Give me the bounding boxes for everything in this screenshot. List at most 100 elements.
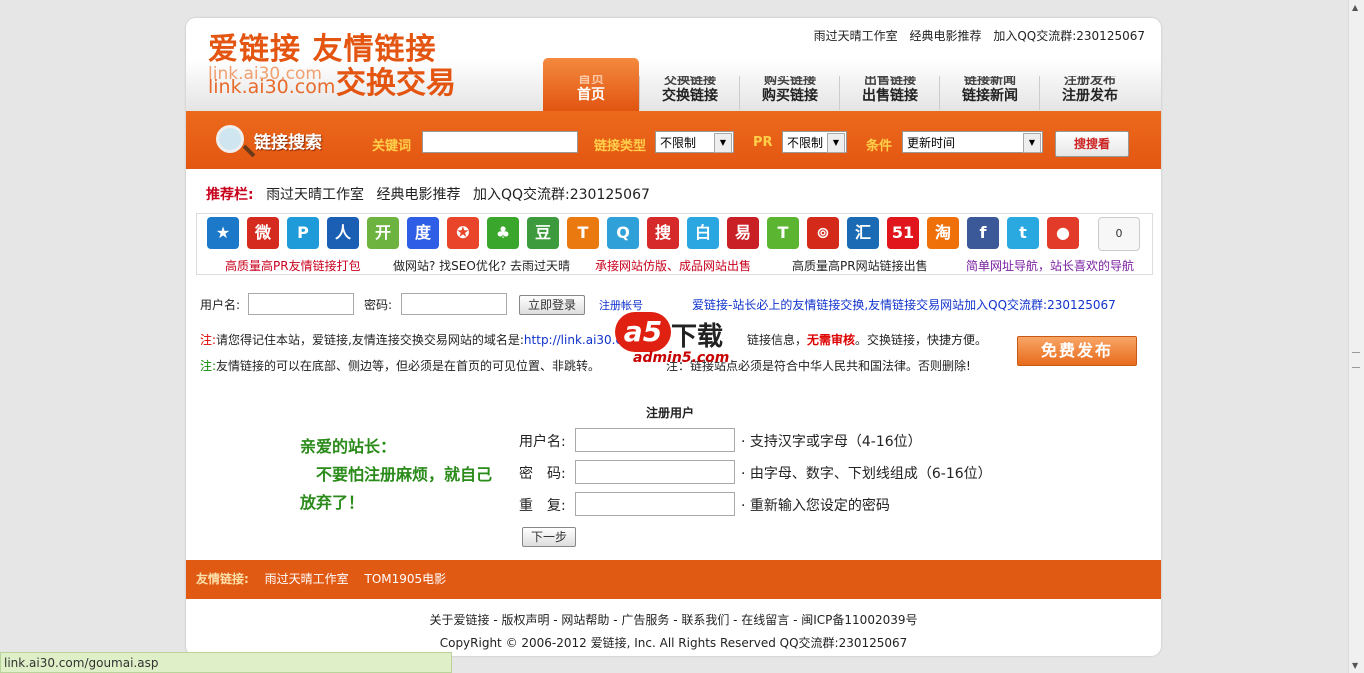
qq-weibo-icon[interactable]: Q bbox=[607, 217, 639, 249]
page: 爱链接 友情链接 link.ai30.com link.ai30.com 交换交… bbox=[186, 18, 1161, 656]
promo-link[interactable]: 高质量高PR友情链接打包 bbox=[225, 257, 361, 274]
sohu-icon[interactable]: 搜 bbox=[647, 217, 679, 249]
promo-link[interactable]: 承接网站仿版、成品网站出售 bbox=[595, 257, 751, 274]
clover-icon[interactable]: ♣ bbox=[487, 217, 519, 249]
field-label: 密 码: bbox=[519, 466, 566, 482]
top-link-movies[interactable]: 经典电影推荐 bbox=[910, 29, 982, 43]
netease-swirl-icon[interactable]: ⊚ bbox=[807, 217, 839, 249]
twitter-icon[interactable]: t bbox=[1007, 217, 1039, 249]
renren-icon[interactable]: 人 bbox=[327, 217, 359, 249]
qzone-icon[interactable]: ★ bbox=[207, 217, 239, 249]
nav-tab-label: 购买链接 bbox=[762, 88, 818, 104]
promo-link[interactable]: 简单网址导航，站长喜欢的导航 bbox=[966, 257, 1134, 274]
recommend-item[interactable]: 经典电影推荐 bbox=[377, 187, 461, 203]
logo-subtitle: 交换交易 bbox=[336, 66, 456, 101]
link-type-select[interactable]: 不限制 ▼ bbox=[655, 131, 734, 153]
promo-link[interactable]: 高质量高PR网站链接出售 bbox=[792, 257, 928, 274]
top-link-studio[interactable]: 雨过天晴工作室 bbox=[814, 29, 898, 43]
chevron-down-icon: ▼ bbox=[827, 133, 845, 153]
nav-tab-buy[interactable]: 购买链接 购买链接 bbox=[739, 76, 840, 110]
apple-icon[interactable]: ● bbox=[1047, 217, 1079, 249]
register-repeat-input[interactable] bbox=[575, 492, 735, 516]
nav-tab-exchange[interactable]: 交换链接 交换链接 bbox=[639, 76, 740, 110]
nav-tab-label: 链接新闻 bbox=[962, 88, 1018, 104]
status-bar-url: link.ai30.com/goumai.asp bbox=[0, 652, 452, 673]
douban-icon[interactable]: 豆 bbox=[527, 217, 559, 249]
register-link[interactable]: 注册帐号 bbox=[599, 297, 643, 313]
login-password-input[interactable] bbox=[401, 293, 507, 315]
field-hint: · 支持汉字或字母（4-16位） bbox=[741, 434, 922, 450]
scrollbar[interactable]: ▲ ▼ bbox=[1348, 0, 1364, 673]
note-text: 请您得记住本站，爱链接,友情连接交换交易网站的域名是: bbox=[216, 333, 524, 347]
kaixin-icon[interactable]: 开 bbox=[367, 217, 399, 249]
star-icon[interactable]: ✪ bbox=[447, 217, 479, 249]
promo-link[interactable]: 做网站? 找SEO优化? 去雨过天晴 bbox=[393, 257, 570, 274]
admin5-watermark: a5 下载 admin5.com bbox=[611, 312, 791, 372]
nav-tab-ghost: 交换链接 bbox=[663, 76, 716, 85]
friend-link[interactable]: TOM1905电影 bbox=[364, 572, 446, 586]
condition-label: 条件 bbox=[866, 139, 893, 154]
51-icon[interactable]: 51 bbox=[887, 217, 919, 249]
nav-tab-register[interactable]: 注册发布 注册发布 bbox=[1039, 76, 1140, 110]
register-username-input[interactable] bbox=[575, 428, 735, 452]
footer-links[interactable]: 关于爱链接 - 版权声明 - 网站帮助 - 广告服务 - 联系我们 - 在线留言… bbox=[186, 611, 1161, 628]
logo-url-main: link.ai30.com bbox=[208, 76, 336, 98]
tianya-icon[interactable]: T bbox=[567, 217, 599, 249]
friend-links-label: 友情链接: bbox=[196, 572, 249, 586]
recommend-label: 推荐栏: bbox=[206, 187, 254, 203]
weibo-icon[interactable]: 微 bbox=[247, 217, 279, 249]
scroll-grip[interactable] bbox=[1352, 352, 1360, 368]
nav-tab-label: 出售链接 bbox=[862, 88, 918, 104]
search-button[interactable]: 搜搜看 bbox=[1055, 131, 1129, 157]
register-password-input[interactable] bbox=[575, 460, 735, 484]
login-row: 用户名: 密码: bbox=[200, 293, 392, 315]
nav-tab-ghost: 注册发布 bbox=[1063, 76, 1116, 85]
field-label: 用户名: bbox=[519, 434, 566, 450]
next-step-button[interactable]: 下一步 bbox=[522, 527, 576, 547]
login-button[interactable]: 立即登录 bbox=[519, 295, 585, 315]
pr-select[interactable]: 不限制 ▼ bbox=[782, 131, 847, 153]
taobao-icon[interactable]: 淘 bbox=[927, 217, 959, 249]
nav-tab-news[interactable]: 链接新闻 链接新闻 bbox=[939, 76, 1040, 110]
greeting-line: 亲爱的站长： bbox=[300, 437, 397, 456]
share-count: 0 bbox=[1098, 217, 1140, 251]
free-publish-button[interactable]: 免费发布 bbox=[1017, 336, 1137, 366]
top-link-qq[interactable]: 加入QQ交流群:230125067 bbox=[993, 29, 1145, 43]
nav-tab-sell[interactable]: 出售链接 出售链接 bbox=[839, 76, 940, 110]
field-hint: · 重新输入您设定的密码 bbox=[741, 498, 890, 514]
baidu-bai-icon[interactable]: 白 bbox=[687, 217, 719, 249]
logo-url: link.ai30.com link.ai30.com bbox=[208, 66, 336, 98]
note-line-1: 注:请您得记住本站，爱链接,友情连接交换交易网站的域名是:http://link… bbox=[200, 331, 641, 348]
chevron-down-icon: ▼ bbox=[1023, 133, 1041, 153]
scroll-up-icon[interactable]: ▲ bbox=[1352, 3, 1358, 12]
note-text: 友情链接的可以在底部、侧边等，但必须是在首页的可见位置、非跳转。 bbox=[216, 359, 601, 373]
condition-select[interactable]: 更新时间 ▼ bbox=[902, 131, 1043, 153]
baidu-icon[interactable]: 度 bbox=[407, 217, 439, 249]
friend-link[interactable]: 雨过天晴工作室 bbox=[265, 572, 349, 586]
link-type-label: 链接类型 bbox=[594, 139, 647, 154]
163-icon[interactable]: 易 bbox=[727, 217, 759, 249]
watermark-site: admin5.com bbox=[633, 350, 730, 366]
magnifier-icon bbox=[216, 125, 244, 153]
huijia-icon[interactable]: 汇 bbox=[847, 217, 879, 249]
facebook-icon[interactable]: f bbox=[967, 217, 999, 249]
keyword-input[interactable] bbox=[422, 131, 578, 153]
field-label: 重 复: bbox=[519, 498, 566, 514]
scroll-down-icon[interactable]: ▼ bbox=[1352, 661, 1358, 670]
nav-tab-label: 首页 bbox=[577, 87, 605, 103]
keyword-label: 关键词 bbox=[372, 139, 412, 154]
tencent-t-icon[interactable]: T bbox=[767, 217, 799, 249]
recommend-item[interactable]: 雨过天晴工作室 bbox=[266, 187, 364, 203]
watermark-download: 下载 bbox=[671, 322, 724, 352]
top-links: 雨过天晴工作室 经典电影推荐 加入QQ交流群:230125067 bbox=[806, 27, 1145, 44]
note-prefix: 注: bbox=[200, 359, 217, 373]
pengyou-icon[interactable]: P bbox=[287, 217, 319, 249]
recommend-item[interactable]: 加入QQ交流群:230125067 bbox=[473, 187, 650, 203]
nav-tab-home[interactable]: 首页 首页 bbox=[543, 58, 639, 111]
login-username-input[interactable] bbox=[248, 293, 354, 315]
register-row-repeat: 重 复: · 重新输入您设定的密码 bbox=[519, 492, 890, 516]
greeting-line: 不要怕注册麻烦，就自己 bbox=[316, 465, 493, 484]
search-bar: 链接搜索 关键词 链接类型 不限制 ▼ PR 不限制 ▼ 条件 更新时间 ▼ 搜… bbox=[186, 111, 1161, 169]
pr-label: PR bbox=[753, 135, 773, 150]
note-emphasis: 无需审核 bbox=[807, 333, 856, 347]
